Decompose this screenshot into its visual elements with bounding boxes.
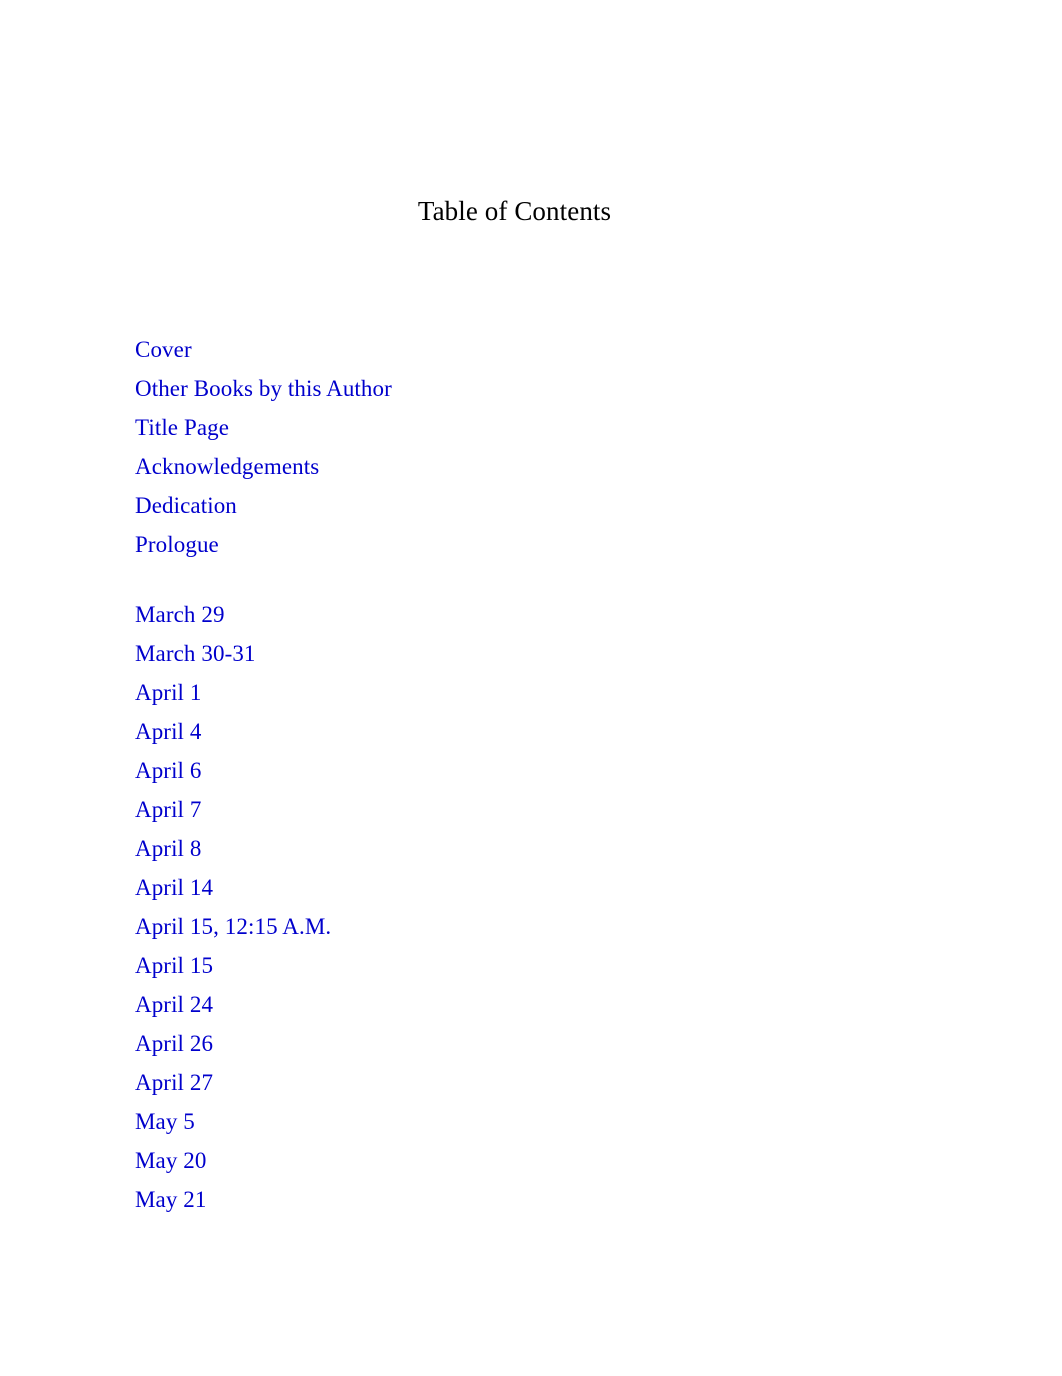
toc-link[interactable]: April 6 bbox=[135, 758, 202, 783]
toc-link[interactable]: April 7 bbox=[135, 797, 202, 822]
toc-entry[interactable]: April 7 bbox=[135, 790, 895, 829]
toc-entry[interactable]: Prologue bbox=[135, 525, 895, 564]
toc-entry[interactable]: April 14 bbox=[135, 868, 895, 907]
toc-entry[interactable]: Dedication bbox=[135, 486, 895, 525]
toc-page: Table of Contents Cover Other Books by th… bbox=[0, 0, 1062, 1376]
toc-link[interactable]: April 14 bbox=[135, 875, 213, 900]
toc-entry[interactable]: April 4 bbox=[135, 712, 895, 751]
toc-entry[interactable]: Other Books by this Author bbox=[135, 369, 895, 408]
toc-entry[interactable]: Title Page bbox=[135, 408, 895, 447]
toc-link[interactable]: May 20 bbox=[135, 1148, 207, 1173]
toc-link[interactable]: May 21 bbox=[135, 1187, 207, 1212]
toc-link[interactable]: March 30-31 bbox=[135, 641, 256, 666]
toc-link[interactable]: April 15 bbox=[135, 953, 213, 978]
toc-link[interactable]: Other Books by this Author bbox=[135, 376, 392, 401]
toc-entry[interactable]: April 15 bbox=[135, 946, 895, 985]
toc-entry[interactable]: May 21 bbox=[135, 1180, 895, 1219]
toc-link[interactable]: Title Page bbox=[135, 415, 229, 440]
toc-entry[interactable]: March 29 bbox=[135, 595, 895, 634]
toc-link[interactable]: April 24 bbox=[135, 992, 213, 1017]
toc-link[interactable]: April 27 bbox=[135, 1070, 213, 1095]
toc-entry[interactable]: April 8 bbox=[135, 829, 895, 868]
toc-link[interactable]: April 26 bbox=[135, 1031, 213, 1056]
toc-entry[interactable]: Cover bbox=[135, 330, 895, 369]
toc-link[interactable]: Prologue bbox=[135, 532, 219, 557]
toc-link[interactable]: April 8 bbox=[135, 836, 202, 861]
toc-entry[interactable]: April 27 bbox=[135, 1063, 895, 1102]
toc-entry[interactable]: April 6 bbox=[135, 751, 895, 790]
toc-entry[interactable]: April 1 bbox=[135, 673, 895, 712]
toc-link[interactable]: April 15, 12:15 A.M. bbox=[135, 914, 331, 939]
toc-entry[interactable]: Acknowledgements bbox=[135, 447, 895, 486]
page-title: Table of Contents bbox=[417, 196, 612, 226]
toc-link[interactable]: Acknowledgements bbox=[135, 454, 319, 479]
toc-link[interactable]: Dedication bbox=[135, 493, 237, 518]
toc-link[interactable]: March 29 bbox=[135, 602, 225, 627]
toc-link[interactable]: Cover bbox=[135, 337, 192, 362]
toc-link[interactable]: April 1 bbox=[135, 680, 202, 705]
toc-link[interactable]: May 5 bbox=[135, 1109, 195, 1134]
toc-entry[interactable]: April 26 bbox=[135, 1024, 895, 1063]
toc-entry[interactable]: April 24 bbox=[135, 985, 895, 1024]
toc-link[interactable]: April 4 bbox=[135, 719, 202, 744]
toc-list: Cover Other Books by this Author Title Pag… bbox=[135, 330, 895, 1219]
toc-entry[interactable]: March 30-31 bbox=[135, 634, 895, 673]
toc-entry[interactable]: May 5 bbox=[135, 1102, 895, 1141]
toc-entry[interactable]: April 15, 12:15 A.M. bbox=[135, 907, 895, 946]
toc-entry[interactable]: May 20 bbox=[135, 1141, 895, 1180]
